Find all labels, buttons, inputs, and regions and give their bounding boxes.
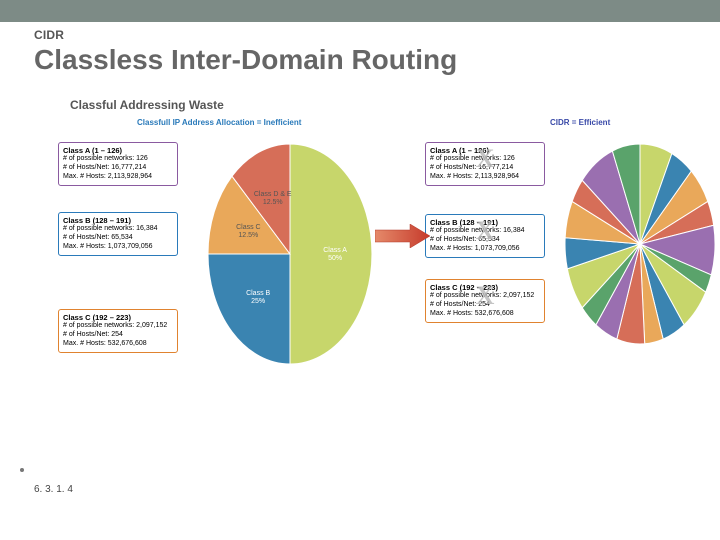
legend-title: Class B (128 – 191) — [430, 218, 540, 227]
legend-line: # of possible networks: 2,097,152 — [430, 292, 540, 301]
legend-class-a-right: X Class A (1 – 126) # of possible networ… — [425, 142, 545, 186]
left-chart-caption: Classfull IP Address Allocation = Ineffi… — [137, 118, 301, 127]
legend-line: Max. # Hosts: 532,676,608 — [430, 310, 540, 319]
slide-footer: 6. 3. 1. 4 — [20, 462, 73, 495]
arrow-icon — [375, 224, 430, 248]
legend-line: # of possible networks: 16,384 — [63, 225, 173, 234]
legend-line: Max. # Hosts: 1,073,709,056 — [430, 245, 540, 254]
legend-title: Class A (1 – 126) — [63, 146, 173, 155]
legend-line: # of possible networks: 2,097,152 — [63, 322, 173, 331]
classful-pie-chart: Class A50%Class B25%Class C12.5%Class D … — [200, 139, 380, 379]
legend-title: Class C (192 – 223) — [430, 283, 540, 292]
legend-line: # of possible networks: 16,384 — [430, 227, 540, 236]
eyebrow-text: CIDR — [34, 28, 720, 42]
legend-class-c-left: Class C (192 – 223) # of possible networ… — [58, 309, 178, 353]
page-number: 6. 3. 1. 4 — [34, 484, 73, 495]
legend-title: Class C (192 – 223) — [63, 313, 173, 322]
diagram-area: Classfull IP Address Allocation = Ineffi… — [30, 114, 710, 404]
cidr-pie-chart — [560, 139, 720, 359]
section-subtitle: Classful Addressing Waste — [70, 98, 720, 112]
legend-title: Class A (1 – 126) — [430, 146, 540, 155]
legend-line: # of Hosts/Net: 16,777,214 — [430, 164, 540, 173]
legend-line: # of Hosts/Net: 65,534 — [430, 236, 540, 245]
legend-line: Max. # Hosts: 532,676,608 — [63, 340, 173, 349]
legend-line: # of Hosts/Net: 16,777,214 — [63, 164, 173, 173]
legend-class-a-left: Class A (1 – 126) # of possible networks… — [58, 142, 178, 186]
svg-text:Class C12.5%: Class C12.5% — [236, 224, 261, 239]
legend-line: # of Hosts/Net: 254 — [430, 301, 540, 310]
legend-line: # of possible networks: 126 — [63, 155, 173, 164]
legend-line: # of Hosts/Net: 65,534 — [63, 234, 173, 243]
legend-class-c-right: X Class C (192 – 223) # of possible netw… — [425, 279, 545, 323]
legend-line: Max. # Hosts: 2,113,928,964 — [430, 173, 540, 182]
legend-title: Class B (128 – 191) — [63, 216, 173, 225]
slide-header: CIDR Classless Inter-Domain Routing — [0, 22, 720, 76]
legend-class-b-left: Class B (128 – 191) # of possible networ… — [58, 212, 178, 256]
page-title: Classless Inter-Domain Routing — [34, 44, 720, 76]
legend-line: # of Hosts/Net: 254 — [63, 331, 173, 340]
legend-line: Max. # Hosts: 2,113,928,964 — [63, 173, 173, 182]
legend-line: # of possible networks: 126 — [430, 155, 540, 164]
bullet-icon — [20, 468, 24, 472]
slide-top-bar — [0, 0, 720, 22]
right-chart-caption: CIDR = Efficient — [550, 118, 610, 127]
legend-line: Max. # Hosts: 1,073,709,056 — [63, 243, 173, 252]
legend-class-b-right: X Class B (128 – 191) # of possible netw… — [425, 214, 545, 258]
